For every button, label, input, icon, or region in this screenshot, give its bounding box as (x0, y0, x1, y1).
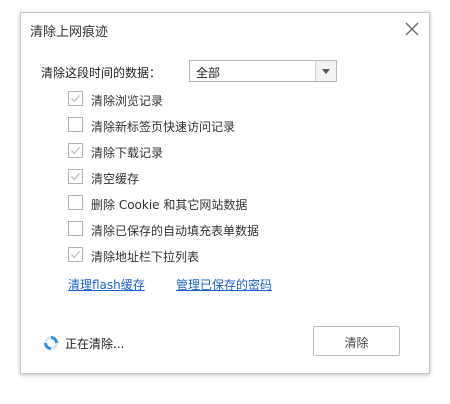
close-icon (405, 22, 419, 36)
checkbox-newtab-quick-access[interactable] (68, 117, 83, 132)
status-text: 正在清除... (65, 337, 125, 351)
option-label: 清除下载记录 (91, 146, 164, 160)
option-address-bar-list[interactable]: 清除地址栏下拉列表 (68, 247, 368, 265)
loading-spinner-icon (44, 336, 58, 350)
dialog-footer: 正在清除... 清除 (21, 323, 429, 363)
option-label: 删除 Cookie 和其它网站数据 (91, 198, 248, 212)
option-label: 清空缓存 (91, 172, 140, 186)
check-icon (71, 147, 81, 155)
clear-button-label: 清除 (344, 336, 369, 350)
option-clear-cache[interactable]: 清空缓存 (68, 169, 368, 187)
manage-passwords-link[interactable]: 管理已保存的密码 (176, 276, 272, 293)
time-range-value: 全部 (196, 66, 221, 80)
clear-button[interactable]: 清除 (313, 326, 400, 356)
option-browsing-history[interactable]: 清除浏览记录 (68, 91, 368, 109)
check-icon (71, 95, 81, 103)
option-label: 清除已保存的自动填充表单数据 (91, 224, 260, 238)
option-label: 清除地址栏下拉列表 (91, 250, 200, 264)
option-label: 清除新标签页快速访问记录 (91, 120, 236, 134)
check-icon (71, 251, 81, 259)
option-label: 清除浏览记录 (91, 94, 164, 108)
dialog-title: 清除上网痕迹 (30, 25, 109, 40)
check-icon (71, 173, 81, 181)
checkbox-clear-cache[interactable] (68, 169, 83, 184)
clear-history-dialog: 清除上网痕迹 清除这段时间的数据： 全部 清除浏览记录 清除新标签页快速访问记录… (20, 12, 430, 374)
time-range-label: 清除这段时间的数据： (41, 66, 162, 80)
option-download-history[interactable]: 清除下载记录 (68, 143, 368, 161)
option-newtab-quick-access[interactable]: 清除新标签页快速访问记录 (68, 117, 368, 135)
checkbox-address-bar-list[interactable] (68, 247, 83, 262)
option-cookies[interactable]: 删除 Cookie 和其它网站数据 (68, 195, 368, 213)
checkbox-browsing-history[interactable] (68, 91, 83, 106)
checkbox-download-history[interactable] (68, 143, 83, 158)
time-range-select[interactable]: 全部 (189, 60, 337, 82)
close-button[interactable] (403, 20, 421, 38)
checkbox-cookies[interactable] (68, 195, 83, 210)
checkbox-autofill[interactable] (68, 221, 83, 236)
chevron-down-icon (322, 69, 330, 74)
dropdown-button[interactable] (315, 61, 336, 81)
option-autofill[interactable]: 清除已保存的自动填充表单数据 (68, 221, 368, 239)
clear-flash-cache-link[interactable]: 清理flash缓存 (68, 276, 145, 293)
dialog-titlebar: 清除上网痕迹 (21, 13, 429, 46)
